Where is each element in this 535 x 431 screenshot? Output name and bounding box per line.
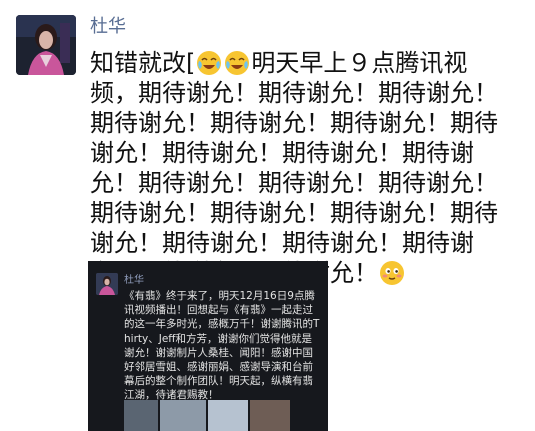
screenshot-post-text: 《有翡》终于来了，明天12月16日9点腾讯视频播出！回想起与《有翡》一起走过的这… xyxy=(124,290,320,402)
screenshot-avatar-photo xyxy=(96,273,118,295)
screenshot-photo xyxy=(160,400,206,431)
screenshot-photo-strip xyxy=(124,400,324,431)
screenshot-photo xyxy=(124,400,158,431)
attached-screenshot[interactable]: 杜华 《有翡》终于来了，明天12月16日9点腾讯视频播出！回想起与《有翡》一起走… xyxy=(88,261,328,431)
laughing-crying-face-icon xyxy=(197,51,222,75)
screenshot-photo xyxy=(208,400,248,431)
post-text-rest: 明天早上９点腾讯视频，期待谢允！期待谢允！期待谢允！期待谢允！期待谢允！期待谢允… xyxy=(90,49,498,287)
post-text: 知错就改[明天早上９点腾讯视频，期待谢允！期待谢允！期待谢允！期待谢允！期待谢允… xyxy=(90,48,510,288)
shy-smile-face-icon xyxy=(380,261,404,285)
post-text-start: 知错就改[ xyxy=(90,49,196,77)
avatar-photo xyxy=(16,15,76,75)
screenshot-photo xyxy=(250,400,290,431)
screenshot-author-name: 杜华 xyxy=(124,275,144,286)
post-author-name[interactable]: 杜华 xyxy=(90,12,126,38)
screenshot-avatar xyxy=(96,273,118,295)
avatar[interactable] xyxy=(16,15,76,75)
laughing-crying-face-icon xyxy=(225,51,250,75)
